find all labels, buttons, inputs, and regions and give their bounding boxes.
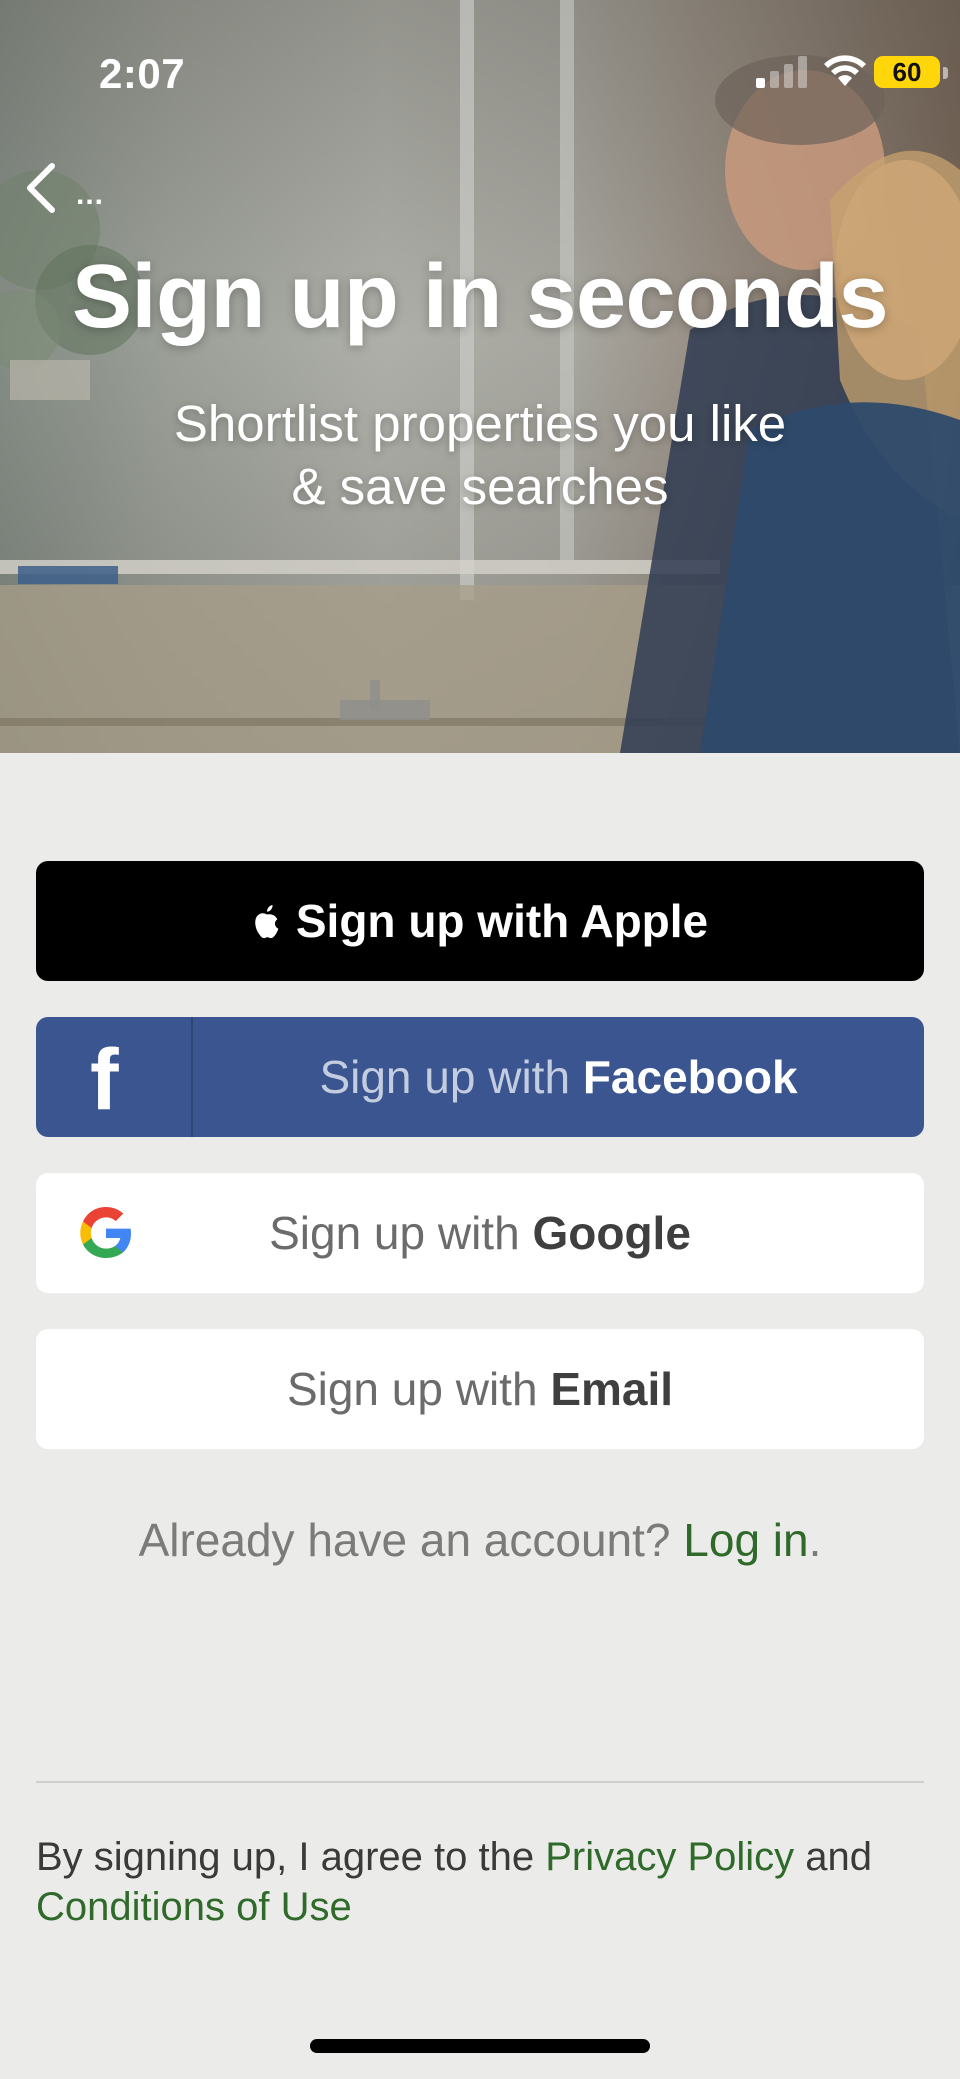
google-button-prefix: Sign up with bbox=[269, 1207, 533, 1259]
hero-subtitle-line2: & save searches bbox=[291, 458, 669, 515]
legal-text: By signing up, I agree to the Privacy Po… bbox=[36, 1832, 936, 1932]
battery-cap bbox=[943, 67, 948, 79]
chevron-left-icon bbox=[27, 163, 55, 213]
signal-icon bbox=[756, 56, 807, 88]
legal-and: and bbox=[794, 1835, 873, 1879]
wifi-icon bbox=[824, 55, 866, 86]
google-button-label: Sign up with Google bbox=[36, 1173, 924, 1293]
apple-icon bbox=[255, 905, 279, 939]
status-bar: 2:07 60 bbox=[0, 0, 960, 110]
battery-icon: 60 bbox=[874, 56, 940, 88]
login-prompt-suffix: . bbox=[808, 1514, 822, 1566]
sign-up-apple-button[interactable]: Sign up with Apple bbox=[36, 861, 924, 981]
hero-subtitle-line1: Shortlist properties you like bbox=[173, 395, 787, 452]
privacy-policy-link[interactable]: Privacy Policy bbox=[545, 1835, 794, 1879]
login-link[interactable]: Log in bbox=[683, 1514, 808, 1566]
email-button-brand: Email bbox=[550, 1363, 674, 1415]
back-button[interactable]: ... bbox=[18, 158, 118, 218]
hero-banner: 2:07 60 ... Sign up in seconds Shortlist… bbox=[0, 0, 960, 753]
legal-prefix: By signing up, I agree to the bbox=[36, 1835, 546, 1879]
google-button-brand: Google bbox=[532, 1207, 691, 1259]
facebook-button-label: Sign up with Facebook bbox=[193, 1017, 924, 1137]
email-button-label: Sign up with Email bbox=[36, 1329, 924, 1449]
facebook-button-prefix: Sign up with bbox=[319, 1051, 583, 1103]
email-button-prefix: Sign up with bbox=[286, 1363, 551, 1415]
facebook-icon-box: f bbox=[36, 1017, 193, 1137]
hero-photo bbox=[0, 0, 960, 753]
status-time: 2:07 bbox=[99, 50, 186, 97]
facebook-icon: f bbox=[90, 1032, 119, 1128]
divider bbox=[36, 1781, 924, 1783]
sign-up-google-button[interactable]: Sign up with Google bbox=[36, 1173, 924, 1293]
conditions-of-use-link[interactable]: Conditions of Use bbox=[36, 1885, 352, 1929]
sign-up-email-button[interactable]: Sign up with Email bbox=[36, 1329, 924, 1449]
hero-subtitle: Shortlist properties you like & save sea… bbox=[120, 392, 840, 518]
home-indicator bbox=[310, 2039, 650, 2053]
hero-title: Sign up in seconds bbox=[71, 247, 889, 347]
apple-button-label: Sign up with Apple bbox=[295, 895, 709, 947]
apple-button-content: Sign up with Apple bbox=[36, 861, 924, 981]
login-prompt-text: Already have an account? bbox=[138, 1514, 684, 1566]
login-prompt: Already have an account? Log in. bbox=[0, 1513, 960, 1567]
facebook-button-brand: Facebook bbox=[582, 1051, 798, 1103]
sign-up-facebook-button[interactable]: f Sign up with Facebook bbox=[36, 1017, 924, 1137]
back-label: ... bbox=[76, 178, 105, 211]
signup-screen: 2:07 60 ... Sign up in seconds Shortlist… bbox=[0, 0, 960, 2079]
